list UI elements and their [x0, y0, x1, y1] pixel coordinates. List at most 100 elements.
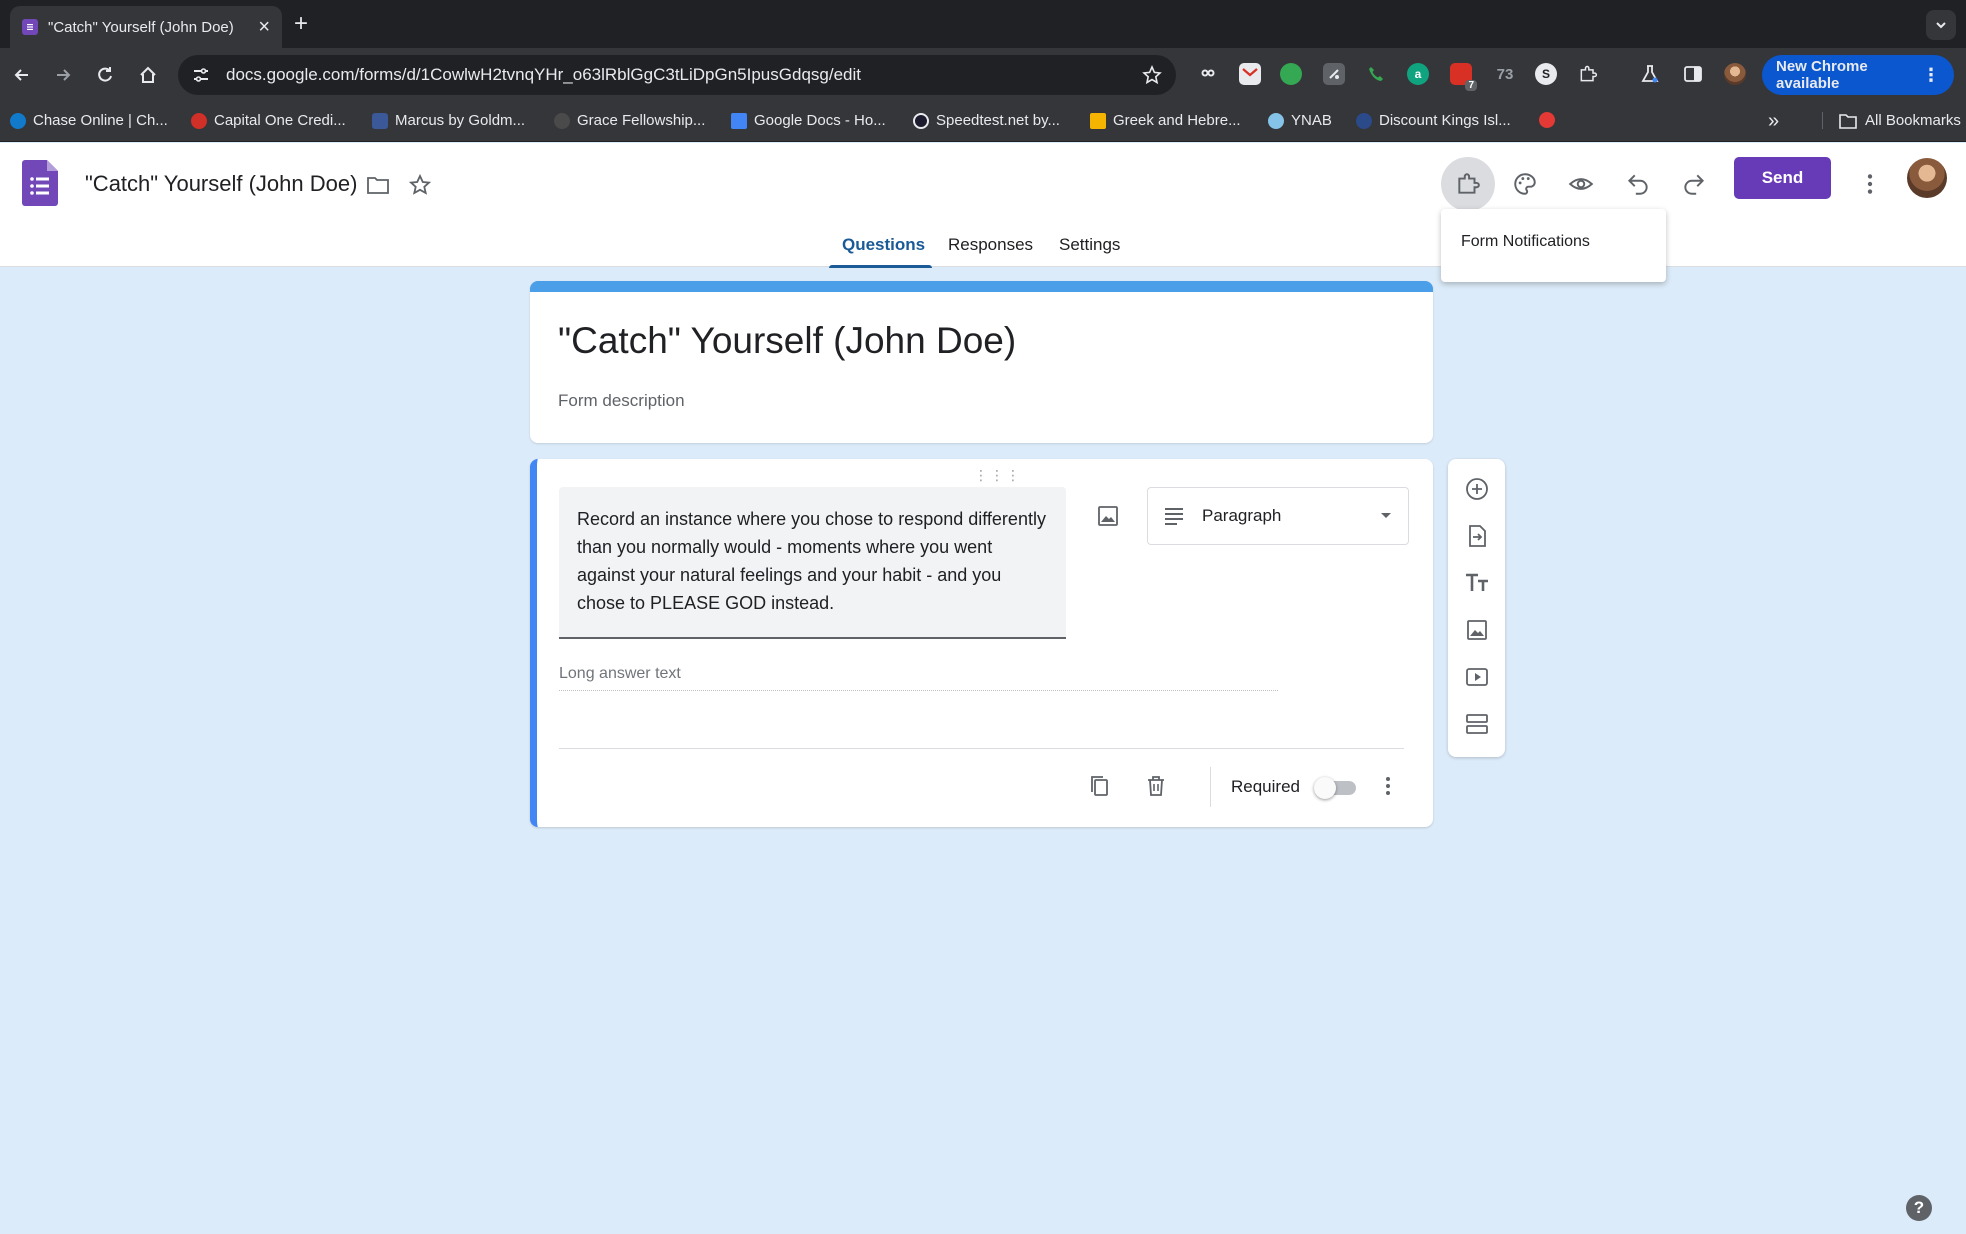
extension-hubspot-icon[interactable] [1323, 63, 1345, 85]
document-title[interactable]: "Catch" Yourself (John Doe) [85, 171, 357, 197]
required-toggle[interactable] [1314, 777, 1358, 799]
bookmark-speedtest[interactable]: Speedtest.net by... [913, 112, 1060, 129]
tab-title: "Catch" Yourself (John Doe) [48, 18, 234, 36]
form-title-card[interactable]: "Catch" Yourself (John Doe) Form descrip… [530, 281, 1433, 443]
reload-button[interactable] [92, 62, 118, 88]
add-section-button[interactable] [1462, 709, 1492, 739]
bookmarks-bar: Chase Online | Ch... Capital One Credi..… [0, 102, 1966, 142]
bookmark-red-icon-only[interactable] [1539, 112, 1555, 128]
browser-toolbar: docs.google.com/forms/d/1CowlwH2tvnqYHr_… [0, 48, 1966, 102]
all-bookmarks-button[interactable]: All Bookmarks [1822, 112, 1961, 129]
add-question-button[interactable] [1462, 474, 1492, 504]
side-panel-icon[interactable] [1682, 63, 1704, 85]
eye-icon [1568, 178, 1594, 190]
site-settings-icon[interactable] [192, 66, 210, 84]
browser-tab-strip: "Catch" Yourself (John Doe) × + [0, 0, 1966, 48]
extension-a-icon[interactable]: a [1407, 63, 1429, 85]
add-ons-tooltip: Form Notifications [1441, 209, 1666, 282]
url-text: docs.google.com/forms/d/1CowlwH2tvnqYHr_… [226, 65, 861, 84]
chrome-menu-icon[interactable]: ⋮ [1922, 65, 1940, 86]
duplicate-button[interactable] [1084, 771, 1114, 801]
more-options-button[interactable] [1843, 157, 1897, 211]
forms-header: "Catch" Yourself (John Doe) Send Questio… [0, 143, 1966, 268]
dropdown-arrow-icon [1381, 513, 1391, 518]
bookmark-label: Discount Kings Isl... [1379, 112, 1511, 129]
extension-gmail-icon[interactable] [1239, 63, 1261, 85]
folder-icon [1839, 113, 1857, 129]
question-more-button[interactable] [1373, 771, 1403, 801]
add-video-button[interactable] [1462, 662, 1492, 692]
preview-button[interactable] [1554, 157, 1608, 211]
import-questions-button[interactable] [1462, 521, 1492, 551]
form-description-field[interactable]: Form description [558, 391, 685, 411]
forward-button[interactable] [50, 62, 76, 88]
form-title[interactable]: "Catch" Yourself (John Doe) [558, 320, 1016, 362]
extension-owl-icon[interactable] [1197, 63, 1219, 85]
new-chrome-available-button[interactable]: New Chrome available ⋮ [1762, 55, 1954, 95]
bookmark-capital-one[interactable]: Capital One Credi... [191, 112, 346, 129]
send-button[interactable]: Send [1734, 157, 1831, 199]
bookmark-star-icon[interactable] [1142, 65, 1162, 85]
text-fields-icon [1466, 573, 1488, 591]
add-image-button[interactable] [1462, 615, 1492, 645]
undo-button[interactable] [1611, 157, 1665, 211]
add-ons-button[interactable] [1441, 157, 1495, 211]
new-chrome-label: New Chrome available [1776, 58, 1868, 92]
google-forms-logo-icon[interactable] [22, 160, 58, 206]
discount-kings-icon [1356, 112, 1372, 129]
bookmark-marcus[interactable]: Marcus by Goldm... [372, 112, 525, 129]
image-icon [1098, 506, 1118, 526]
add-question-image-button[interactable] [1094, 502, 1122, 530]
extension-phone-icon[interactable] [1365, 63, 1387, 85]
bookmark-discount-kings[interactable]: Discount Kings Isl... [1356, 112, 1511, 129]
star-button[interactable] [406, 171, 434, 199]
extension-s-icon[interactable]: S [1535, 63, 1557, 85]
bookmark-google-docs[interactable]: Google Docs - Ho... [731, 112, 886, 129]
question-card[interactable]: ⋮⋮⋮ Record an instance where you chose t… [530, 459, 1433, 827]
address-bar[interactable]: docs.google.com/forms/d/1CowlwH2tvnqYHr_… [178, 55, 1176, 95]
back-button[interactable] [9, 62, 35, 88]
home-button[interactable] [135, 62, 161, 88]
extensions-puzzle-icon[interactable] [1577, 63, 1599, 85]
tab-questions[interactable]: Questions [842, 235, 925, 255]
add-title-description-button[interactable] [1462, 568, 1492, 598]
chevron-down-icon [1936, 22, 1946, 29]
drag-handle-icon[interactable]: ⋮⋮⋮ [974, 467, 1022, 484]
extension-badge-count: 7 [1465, 80, 1477, 91]
help-button[interactable]: ? [1906, 1195, 1932, 1221]
question-type-dropdown[interactable]: Paragraph [1147, 487, 1409, 545]
profile-avatar[interactable] [1724, 63, 1746, 85]
active-tab-indicator [829, 265, 932, 268]
bookmark-label: Capital One Credi... [214, 112, 346, 129]
account-avatar[interactable] [1907, 158, 1947, 198]
bookmark-label: YNAB [1291, 112, 1332, 129]
delete-button[interactable] [1141, 771, 1171, 801]
chase-icon [10, 112, 26, 129]
footer-separator [1210, 767, 1211, 807]
speedtest-icon [913, 112, 929, 129]
browser-tab[interactable]: "Catch" Yourself (John Doe) × [10, 6, 282, 48]
marcus-icon [372, 112, 388, 129]
bookmark-ynab[interactable]: YNAB [1268, 112, 1332, 129]
customize-theme-button[interactable] [1498, 157, 1552, 211]
tab-settings[interactable]: Settings [1059, 235, 1120, 255]
new-tab-button[interactable]: + [294, 12, 308, 36]
extension-count-text[interactable]: 73 [1490, 63, 1520, 85]
extension-evernote-icon[interactable] [1280, 63, 1302, 85]
ynab-icon [1268, 112, 1284, 129]
redo-button[interactable] [1667, 157, 1721, 211]
bookmark-chase[interactable]: Chase Online | Ch... [10, 112, 168, 129]
bookmarks-overflow-icon[interactable]: » [1768, 110, 1779, 133]
add-circle-icon [1466, 478, 1488, 500]
tab-close-icon[interactable]: × [258, 17, 270, 37]
bookmark-grace-fellowship[interactable]: Grace Fellowship... [554, 112, 705, 129]
bookmark-greek-hebrew[interactable]: Greek and Hebre... [1090, 112, 1241, 129]
extension-badge-icon[interactable]: 7 [1450, 63, 1477, 91]
tab-responses[interactable]: Responses [948, 235, 1033, 255]
paragraph-icon [1165, 508, 1183, 525]
toggle-knob [1314, 777, 1336, 799]
question-title-input[interactable]: Record an instance where you chose to re… [559, 487, 1066, 639]
labs-flask-icon[interactable] [1639, 63, 1661, 85]
tab-search-button[interactable] [1926, 10, 1956, 40]
move-to-folder-button[interactable] [364, 171, 392, 199]
